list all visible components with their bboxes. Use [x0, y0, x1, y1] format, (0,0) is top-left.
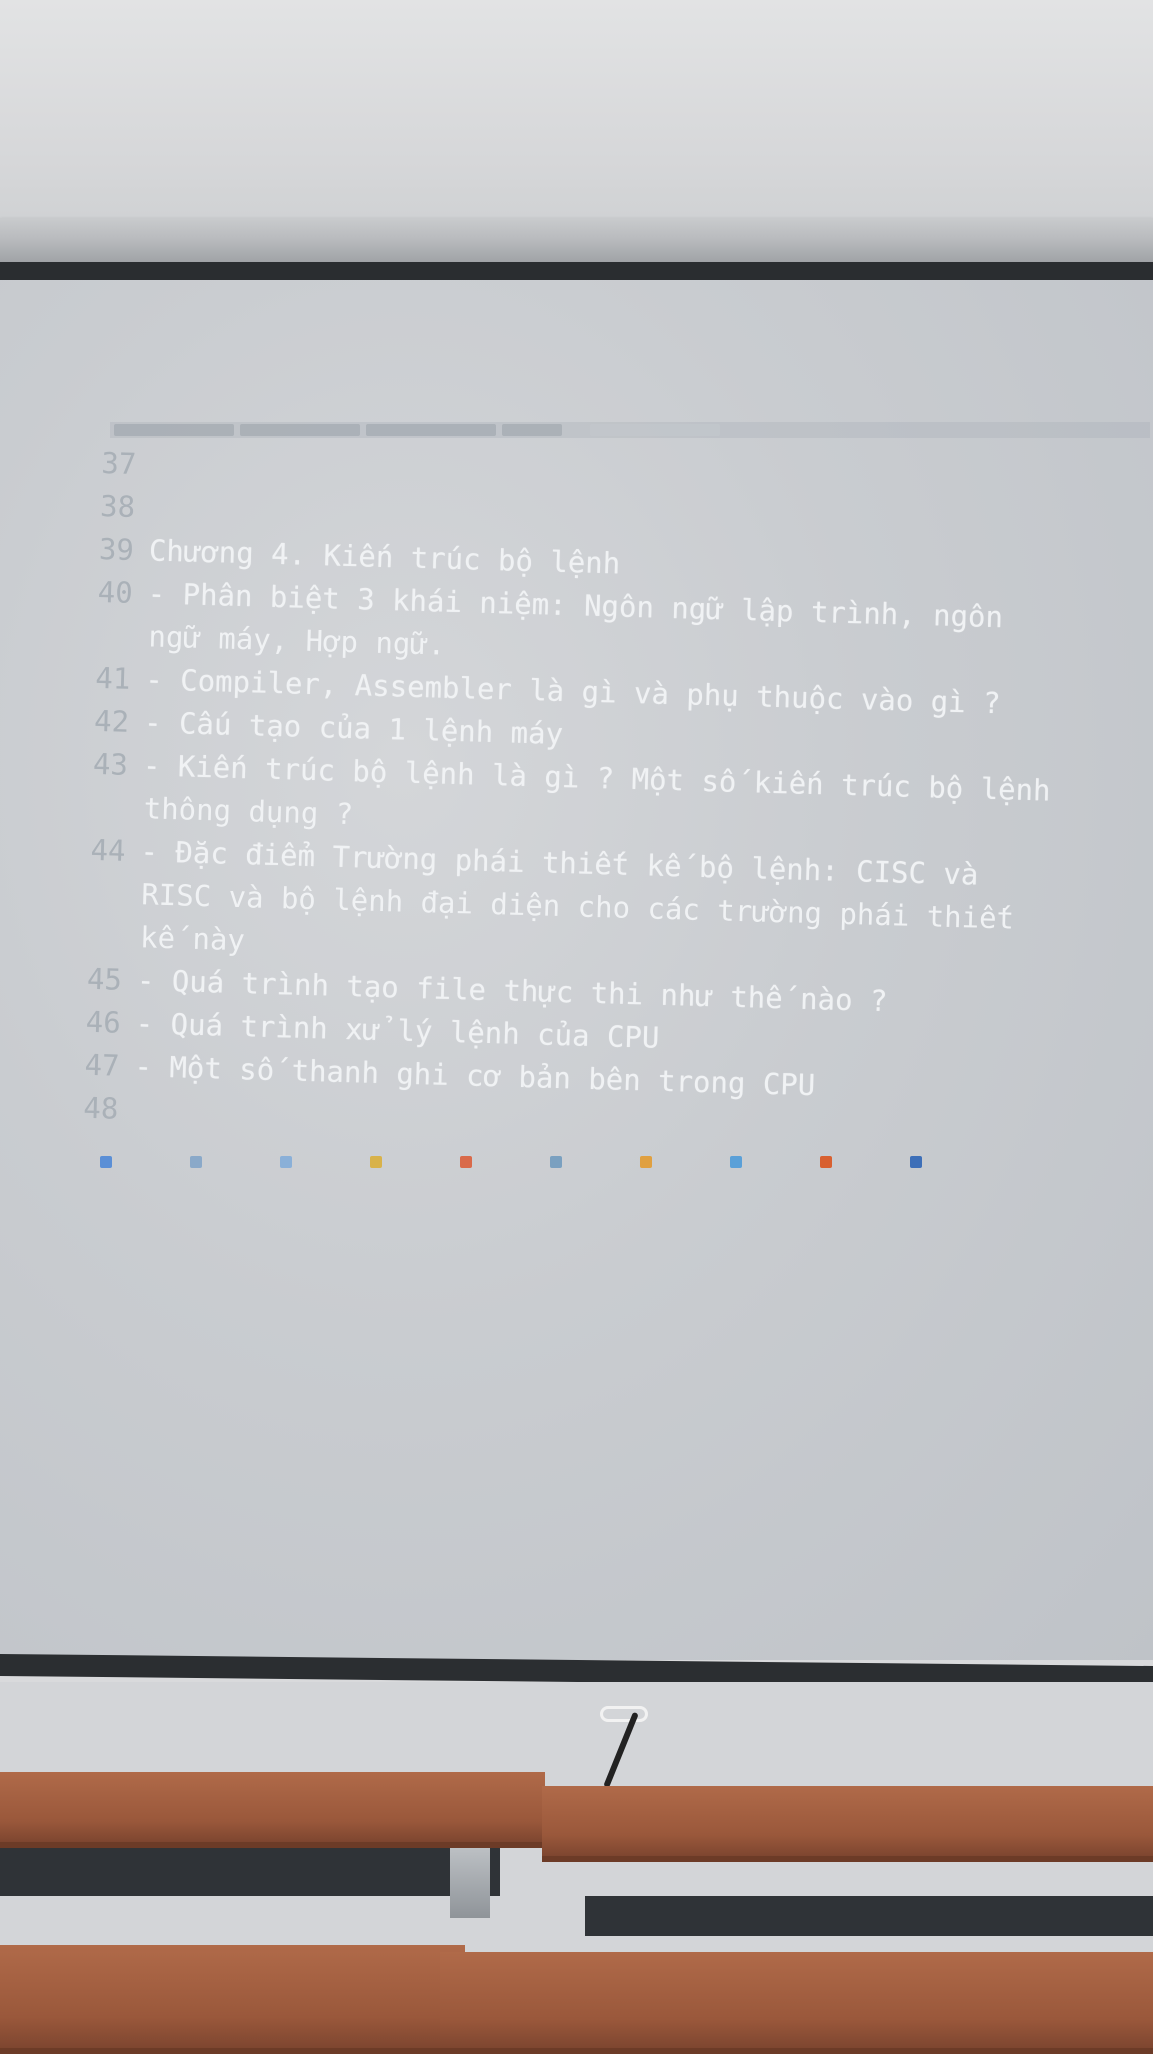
editor-tab[interactable]: [114, 424, 234, 436]
line-number: 48: [82, 1090, 119, 1126]
desk-left: [0, 1772, 545, 1848]
editor-menu-bar: [116, 402, 516, 414]
projection-screen: 37 38 39 Chương 4. Kiến trúc bộ lệnh 40- Phâ…: [0, 280, 1153, 1660]
editor-title-bar: [112, 380, 532, 394]
desk-right: [542, 1786, 1153, 1862]
line-number: 47: [84, 1047, 120, 1083]
search-icon[interactable]: [190, 1156, 202, 1168]
line-number: 38: [99, 488, 136, 524]
wall-top: [0, 0, 1153, 230]
line-number: 37: [100, 445, 137, 481]
editor-status-bar: [102, 1140, 1142, 1148]
desk-front-right: [440, 1952, 1153, 2054]
file-explorer-icon[interactable]: [280, 1156, 292, 1168]
editor-tab-bar: [110, 422, 1150, 438]
desk-left-frame: [0, 1848, 500, 1896]
check-icon[interactable]: [550, 1156, 562, 1168]
editor-tab[interactable]: [502, 424, 562, 436]
line-number: 39: [98, 531, 135, 567]
projector-screen-housing: [0, 218, 1153, 264]
play-icon[interactable]: [820, 1156, 832, 1168]
windows-taskbar: [0, 1148, 1153, 1178]
power-plug: [600, 1706, 648, 1722]
code-area[interactable]: 37 38 39 Chương 4. Kiến trúc bộ lệnh 40- Phâ…: [83, 442, 1153, 1159]
line-number: 44: [90, 832, 126, 868]
editor-tab[interactable]: [240, 424, 360, 436]
line-number: 40: [97, 574, 134, 610]
folder-icon[interactable]: [370, 1156, 382, 1168]
editor-tab-active[interactable]: [590, 424, 720, 436]
sublime-text-icon[interactable]: [640, 1156, 652, 1168]
chrome-icon[interactable]: [460, 1156, 472, 1168]
editor-tab[interactable]: [366, 424, 496, 436]
projected-text-editor: 37 38 39 Chương 4. Kiến trúc bộ lệnh 40- Phâ…: [83, 380, 1153, 1180]
desk-front-left: [0, 1945, 465, 2054]
word-icon[interactable]: [910, 1156, 922, 1168]
line-number: 43: [92, 746, 129, 782]
desk-left-leg: [450, 1848, 490, 1918]
line-number: 46: [85, 1004, 122, 1040]
line-number: 42: [93, 703, 130, 739]
desk-right-frame: [585, 1896, 1153, 1936]
screen-top-edge: [0, 262, 1153, 280]
line-text: - Cấu tạo của 1 lệnh máy: [143, 705, 564, 751]
windows-icon[interactable]: [100, 1156, 112, 1168]
line-number: 45: [86, 961, 123, 997]
line-number: 41: [94, 660, 131, 696]
edge-icon[interactable]: [730, 1156, 742, 1168]
